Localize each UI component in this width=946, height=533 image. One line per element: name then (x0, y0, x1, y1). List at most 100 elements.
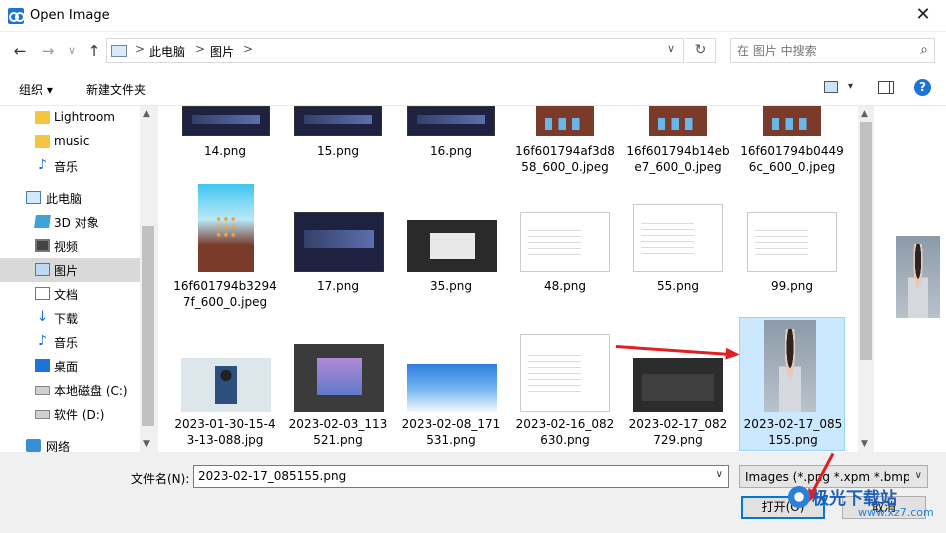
view-mode-dropdown[interactable]: ▾ (848, 81, 853, 92)
sidebar-scrollbar[interactable]: ▲ ▼ (140, 106, 156, 452)
filename-input[interactable] (198, 469, 703, 483)
file-thumbnail (520, 212, 610, 272)
window-title: Open Image (30, 8, 110, 23)
sidebar-item-music-folder[interactable]: music (0, 130, 140, 154)
sidebar-item-downloads[interactable]: ↓ 下载 (0, 306, 140, 330)
file-thumbnail (649, 106, 707, 136)
sidebar-item-label: 音乐 (54, 160, 79, 174)
file-name: 2023-02-17_082729.png (628, 417, 728, 447)
file-thumbnail (294, 344, 384, 412)
file-list: 14.png 15.png 16.png 16f601794af3d858_60… (158, 106, 858, 452)
network-icon (26, 439, 41, 452)
sidebar-item-pictures[interactable]: 图片 (0, 258, 140, 282)
file-item[interactable]: 14.png (172, 106, 278, 186)
filename-label: 文件名(N): (131, 472, 190, 486)
file-item[interactable]: 16f601794b14ebe7_600_0.jpeg (625, 106, 731, 186)
sidebar-item-music[interactable]: ♪ 音乐 (0, 154, 140, 178)
file-item[interactable]: 2023-02-03_113521.png (285, 318, 391, 450)
file-item[interactable]: 16f601794b04496c_600_0.jpeg (739, 106, 845, 186)
file-item[interactable]: 15.png (285, 106, 391, 186)
file-thumbnail (182, 106, 270, 136)
scrollbar-thumb[interactable] (142, 226, 154, 426)
close-button[interactable]: ✕ (900, 0, 946, 32)
file-item[interactable]: 2023-02-17_082729.png (625, 318, 731, 450)
folder-icon (35, 111, 50, 124)
sidebar-item-lightroom[interactable]: Lightroom (0, 106, 140, 130)
file-item[interactable]: 48.png (512, 182, 618, 312)
file-item[interactable]: 16f601794b32947f_600_0.jpeg (172, 182, 278, 312)
file-thumbnail (294, 106, 382, 136)
sidebar-item-label: music (54, 134, 90, 148)
disk-icon (35, 410, 50, 419)
sidebar-item-music-library[interactable]: ♪ 音乐 (0, 330, 140, 354)
file-thumbnail (407, 220, 497, 272)
scroll-up-arrow[interactable]: ▲ (143, 109, 150, 119)
file-item[interactable]: 35.png (398, 182, 504, 312)
view-mode-icon[interactable] (824, 81, 838, 93)
sidebar-item-label: 图片 (54, 264, 79, 278)
back-button[interactable]: ← (10, 41, 30, 61)
search-box[interactable]: ⌕ (730, 38, 935, 63)
breadcrumb-separator[interactable]: > (195, 42, 205, 56)
preview-pane-icon[interactable] (878, 81, 894, 94)
breadcrumb-separator[interactable]: > (135, 42, 145, 56)
music-icon: ♪ (38, 157, 47, 173)
up-button[interactable]: ↑ (84, 41, 104, 61)
scroll-up-arrow[interactable]: ▲ (861, 109, 868, 119)
search-input[interactable] (737, 42, 907, 60)
sidebar-item-software-d[interactable]: 软件 (D:) (0, 402, 140, 426)
chevron-down-icon[interactable]: ∨ (915, 470, 922, 481)
preview-pane (874, 106, 946, 452)
organize-menu[interactable]: 组织 ▾ (19, 81, 53, 98)
file-thumbnail (633, 204, 723, 272)
file-thumbnail (763, 106, 821, 136)
recent-locations-dropdown[interactable]: ∨ (62, 41, 82, 61)
file-name: 16f601794b14ebe7_600_0.jpeg (626, 144, 730, 174)
sidebar-item-desktop[interactable]: 桌面 (0, 354, 140, 378)
filename-dropdown[interactable]: ∨ (716, 469, 723, 480)
file-name: 16.png (430, 144, 472, 158)
navigation-pane: Lightroom music ♪ 音乐 此电脑 3D 对象 视频 图片 文档 … (0, 106, 156, 454)
sidebar-item-label: 3D 对象 (54, 216, 99, 230)
sidebar-item-local-disk-c[interactable]: 本地磁盘 (C:) (0, 378, 140, 402)
file-item[interactable]: 16.png (398, 106, 504, 186)
address-dropdown[interactable]: ∨ (667, 42, 675, 55)
file-thumbnail (747, 212, 837, 272)
refresh-button[interactable]: ↻ (686, 38, 716, 63)
file-name: 2023-02-08_171531.png (401, 417, 501, 447)
help-icon[interactable]: ? (914, 79, 931, 96)
watermark-logo-icon (788, 486, 810, 508)
file-item[interactable]: 17.png (285, 182, 391, 312)
file-item[interactable]: 16f601794af3d858_600_0.jpeg (512, 106, 618, 186)
sidebar-item-documents[interactable]: 文档 (0, 282, 140, 306)
scroll-down-arrow[interactable]: ▼ (143, 439, 150, 449)
preview-image (896, 236, 940, 318)
music-icon: ♪ (38, 333, 47, 349)
file-item[interactable]: 2023-02-16_082630.png (512, 318, 618, 450)
sidebar-item-label: 本地磁盘 (C:) (54, 384, 128, 398)
file-name: 16f601794b32947f_600_0.jpeg (173, 279, 277, 309)
sidebar-item-label: 文档 (54, 288, 79, 302)
breadcrumb-pictures[interactable]: 图片 (210, 43, 234, 60)
file-item[interactable]: 2023-02-08_171531.png (398, 318, 504, 450)
pc-icon (26, 191, 41, 204)
3d-objects-icon (34, 215, 51, 228)
file-item[interactable]: 55.png (625, 182, 731, 312)
new-folder-button[interactable]: 新建文件夹 (86, 81, 146, 98)
address-bar[interactable]: > 此电脑 > 图片 > ∨ (106, 38, 684, 63)
file-list-scrollbar[interactable]: ▲ ▼ (858, 106, 874, 452)
sidebar-item-videos[interactable]: 视频 (0, 234, 140, 258)
filename-field[interactable]: ∨ (193, 465, 729, 488)
address-row: ← → ∨ ↑ > 此电脑 > 图片 > ∨ ↻ ⌕ (0, 32, 946, 70)
file-item-selected[interactable]: 2023-02-17_085155.png (739, 317, 845, 451)
breadcrumb-this-pc[interactable]: 此电脑 (149, 43, 185, 60)
sidebar-item-this-pc[interactable]: 此电脑 (0, 186, 140, 210)
scroll-down-arrow[interactable]: ▼ (861, 439, 868, 449)
scrollbar-thumb[interactable] (860, 122, 872, 360)
search-icon[interactable]: ⌕ (920, 42, 928, 58)
file-item[interactable]: 99.png (739, 182, 845, 312)
breadcrumb-separator[interactable]: > (243, 42, 253, 56)
forward-button[interactable]: → (38, 41, 58, 61)
file-item[interactable]: 2023-01-30-15-43-13-088.jpg (172, 318, 278, 450)
sidebar-item-3d-objects[interactable]: 3D 对象 (0, 210, 140, 234)
